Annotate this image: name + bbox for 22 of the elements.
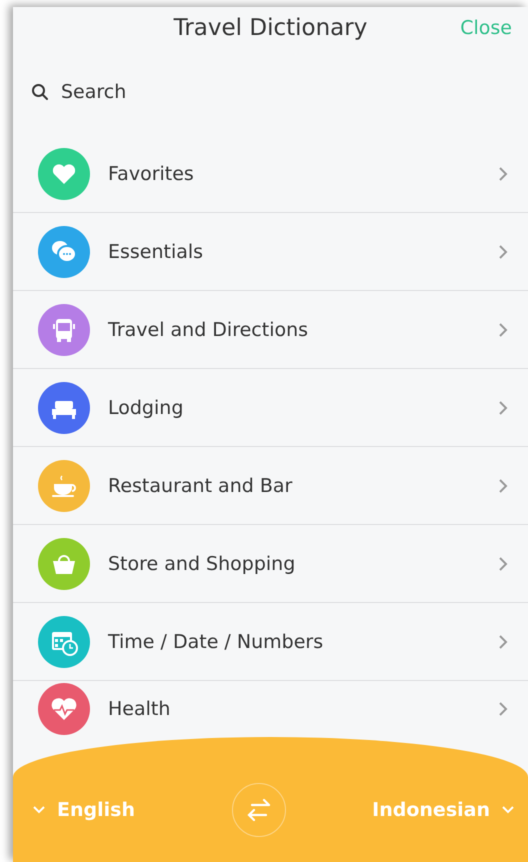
category-item[interactable]: Store and Shopping <box>13 525 528 603</box>
search-icon <box>31 83 49 101</box>
category-item[interactable]: Time / Date / Numbers <box>13 603 528 681</box>
category-item[interactable]: Essentials <box>13 213 528 291</box>
chevron-right-icon <box>498 166 508 182</box>
category-item[interactable]: Favorites <box>13 135 528 213</box>
chevron-right-icon <box>498 478 508 494</box>
chevron-right-icon <box>498 556 508 572</box>
caret-icon <box>33 806 45 814</box>
category-item[interactable]: Restaurant and Bar <box>13 447 528 525</box>
window-title: Travel Dictionary <box>174 15 368 41</box>
caret-icon <box>502 806 514 814</box>
chevron-right-icon <box>498 400 508 416</box>
category-item[interactable]: Travel and Directions <box>13 291 528 369</box>
chevron-right-icon <box>498 244 508 260</box>
chevron-right-icon <box>498 701 508 717</box>
category-item[interactable]: Health <box>13 681 528 737</box>
swap-button[interactable] <box>232 782 286 836</box>
chevron-right-icon <box>498 634 508 650</box>
chevron-right-icon <box>498 322 508 338</box>
search-field[interactable]: Search <box>59 80 363 104</box>
category-item[interactable]: Lodging <box>13 369 528 447</box>
